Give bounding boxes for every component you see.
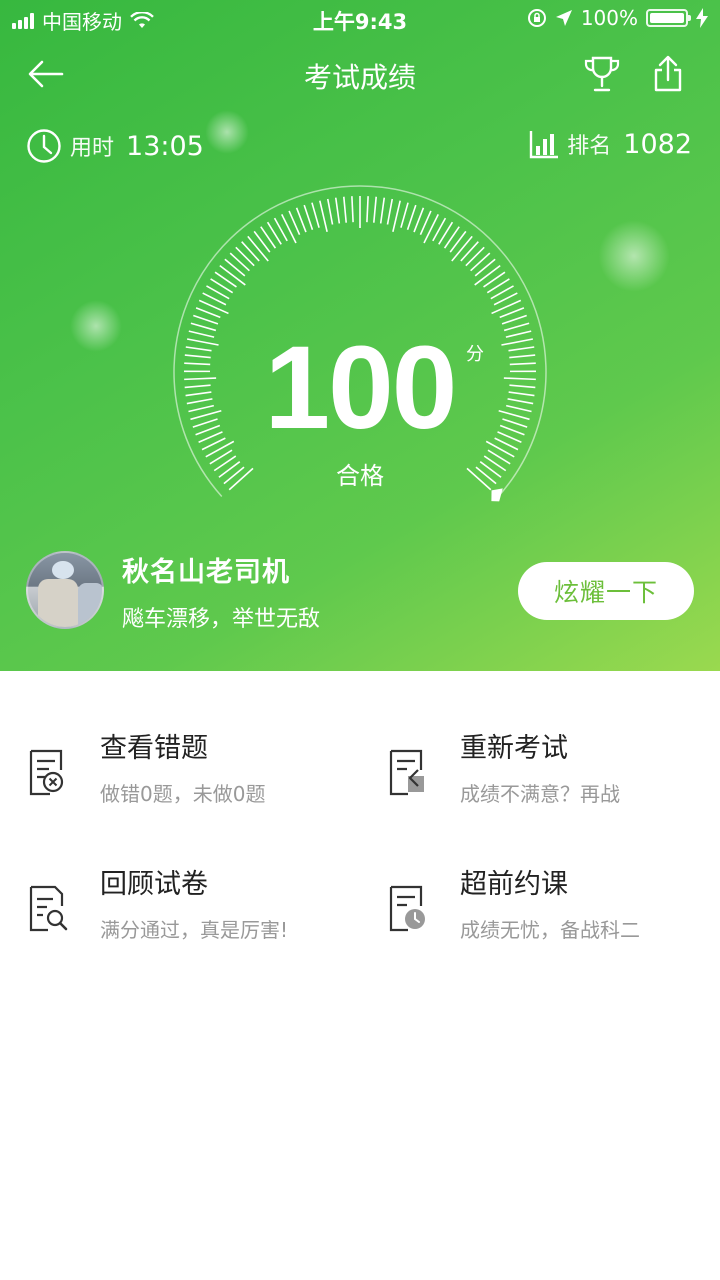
gauge-tick — [195, 307, 221, 319]
gauge-tick — [400, 202, 409, 228]
score-value: 100 — [264, 322, 458, 454]
pass-status: 合格 — [336, 462, 384, 490]
gauge-tick — [319, 200, 328, 232]
score-unit: 分 — [466, 344, 484, 365]
retake-exam-item[interactable]: 重新考试 成绩不满意？再战 — [388, 726, 718, 826]
gauge-tick — [386, 198, 394, 225]
view-wrong-answers-item[interactable]: 查看错题 做错0题，未做0题 — [28, 726, 358, 826]
action-subtitle: 成绩不满意？再战 — [460, 782, 620, 806]
gauge-tick — [281, 213, 297, 244]
gauge-tick — [460, 241, 479, 262]
action-subtitle: 满分通过，真是厉害! — [100, 918, 289, 942]
book-class-item[interactable]: 超前约课 成绩无忧，备战科二 — [388, 862, 718, 962]
gauge-tick — [392, 200, 401, 232]
gauge-tick — [470, 252, 491, 272]
gauge-tick — [253, 230, 271, 253]
action-title: 查看错题 — [100, 733, 208, 764]
show-off-button[interactable]: 炫耀一下 — [518, 562, 694, 620]
gauge-tick — [224, 258, 246, 277]
action-title: 超前约课 — [460, 869, 568, 900]
gauge-tick — [465, 246, 485, 267]
gauge-tick — [373, 196, 377, 223]
action-subtitle: 成绩无忧，备战科二 — [460, 918, 640, 942]
review-paper-item[interactable]: 回顾试卷 满分通过，真是厉害! — [28, 862, 358, 962]
username: 秋名山老司机 — [122, 557, 290, 588]
gauge-tick — [423, 213, 439, 244]
gauge-tick — [214, 271, 237, 288]
action-title: 回顾试卷 — [100, 869, 208, 900]
action-title: 重新考试 — [460, 733, 568, 764]
review-paper-icon — [29, 885, 68, 932]
gauge-tick — [295, 207, 307, 233]
gauge-tick — [235, 246, 255, 267]
gauge-tick — [483, 271, 506, 288]
gauge-tick — [260, 226, 277, 249]
gauge-tick — [241, 241, 260, 262]
gauge-tick — [219, 264, 246, 286]
gauge-tick — [443, 226, 460, 249]
gauge-tick — [499, 307, 525, 319]
gauge-tick — [343, 196, 347, 223]
user-motto: 飚车漂移，举世无敌 — [122, 607, 321, 632]
gauge-tick — [247, 235, 269, 262]
gauge-tick — [334, 197, 341, 224]
avatar[interactable] — [26, 551, 104, 629]
wrong-answers-icon — [29, 749, 64, 796]
gauge-tick — [474, 264, 501, 286]
gauge-tick — [351, 196, 354, 223]
action-subtitle: 做错0题，未做0题 — [100, 782, 266, 806]
retake-exam-icon — [389, 749, 424, 796]
gauge-tick — [474, 258, 496, 277]
gauge-tick — [326, 198, 334, 225]
gauge-tick — [366, 196, 369, 223]
gauge-tick — [379, 197, 386, 224]
gauge-tick — [303, 204, 314, 230]
gauge-tick — [449, 230, 467, 253]
gauge-tick — [311, 202, 320, 228]
book-class-icon — [389, 885, 425, 932]
gauge-tick — [451, 235, 473, 262]
gauge-tick — [406, 204, 417, 230]
gauge-tick — [229, 252, 250, 272]
gauge-tick — [413, 207, 425, 233]
result-hero: 中国移动 上午9:43 100% 考试成绩 用时 13:05 排名 1082 1… — [0, 0, 720, 671]
